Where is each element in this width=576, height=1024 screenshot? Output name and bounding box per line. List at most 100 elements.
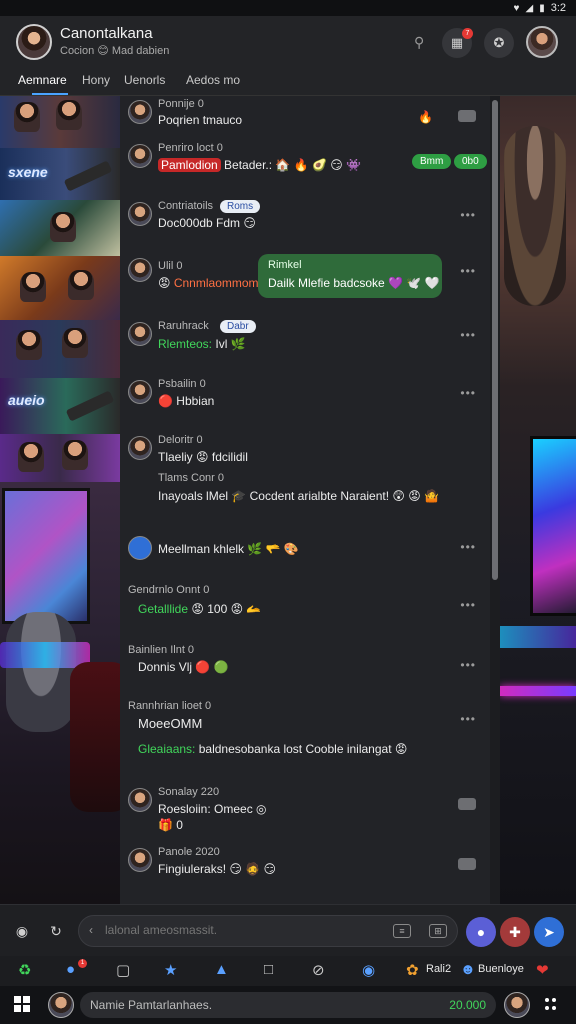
message-text: 🔴 Hbbian [158,394,215,408]
more-options-icon[interactable]: ••• [460,598,476,612]
tab-0[interactable]: Aemnare [18,73,67,87]
send-button[interactable]: ➤ [534,917,564,947]
highlight-bubble[interactable]: Rimkel Dailk Mlefie badcsoke 💜 🕊️ 🤍 [258,254,442,298]
quick-label[interactable]: Buenloye [478,963,524,975]
profile-button[interactable]: ● [466,917,496,947]
list-item[interactable]: Ponnije 0 Poqrien tmauco 🔥 [120,98,490,138]
gaming-setup-image [0,482,120,904]
quick-label[interactable]: Rali2 [426,963,451,975]
avatar[interactable] [16,24,52,60]
message-list[interactable]: Ponnije 0 Poqrien tmauco 🔥 Penriro loct … [120,96,490,904]
tab-3[interactable]: Aedos mo [186,73,240,87]
avatar[interactable] [128,380,152,404]
attach-icon[interactable]: ≡ [393,924,411,938]
windows-start-icon[interactable] [14,996,30,1012]
message-author: Contriatoils [158,200,214,212]
history-icon[interactable]: ↻ [44,919,68,943]
list-item[interactable]: Meellman khlelk 🌿 🫳 🎨 ••• [120,536,490,564]
scrollbar-thumb[interactable] [492,100,498,580]
more-options-icon[interactable]: ••• [460,540,476,554]
more-options-icon[interactable]: ••• [460,328,476,342]
search-icon[interactable]: ⚲ [414,34,424,51]
list-item[interactable]: Deloritr 0 Tlaeliy 😡 fdcilidil Tlams Con… [120,434,490,510]
triangle-icon[interactable]: ▲ [214,961,229,978]
gift-button[interactable]: ✚ [500,917,530,947]
list-item[interactable]: Ulil 0 😡 Cnnmlaommom Rimkel Dailk Mlefie… [120,254,490,310]
list-item[interactable]: Sonalay 220 Roesloiin: Omeec ◎ 🎁 0 [120,786,490,832]
signal-icon: ◢ [525,2,534,14]
shield-icon[interactable]: ◉ [362,961,375,979]
green-pill[interactable]: 0b0 [454,154,487,169]
message-field[interactable]: ‹ ≡ ⊞ [78,915,458,947]
list-item[interactable]: Panole 2020 Fingiuleraks! 😏 🧔 😏 [120,846,490,886]
thumbnail[interactable]: aueio [0,378,120,434]
green-label: Gleaiaans: [138,742,196,756]
reaction-icon[interactable] [458,858,476,870]
compass-icon[interactable]: ⊘ [312,961,325,979]
tab-bar: Aemnare Hony Uenorls Aedos mo [0,68,576,96]
green-label: Rlemteos: [158,337,213,351]
message-input[interactable] [105,923,385,937]
avatar[interactable] [128,436,152,460]
trophy-icon[interactable]: ✿ [406,961,419,979]
star-icon[interactable]: ★ [164,961,177,979]
reaction-icon[interactable] [458,110,476,122]
avatar[interactable] [128,144,152,168]
avatar[interactable] [128,848,152,872]
avatar[interactable] [128,100,152,124]
gallery-icon[interactable]: ⊞ [429,924,447,938]
thumbnail[interactable] [0,96,120,148]
friends-icon[interactable]: ☻ [460,961,476,978]
star-icon[interactable]: ✪ [484,28,514,58]
list-item[interactable]: Gendrnlo Onnt 0 Getalllide 😡 100 😡 🫴 ••• [120,584,490,624]
person-figure [56,100,82,130]
message-author: Ulil 0 [158,260,183,272]
recycle-icon[interactable]: ♻ [18,961,31,979]
avatar[interactable] [48,992,74,1018]
list-item[interactable]: Raruhrack Dabr Rlemteos: Ivl 🌿 ••• [120,320,490,362]
profile-avatar[interactable] [526,26,558,58]
thumbnail[interactable] [0,434,120,482]
thumbnail[interactable]: sxene [0,148,120,200]
more-options-icon[interactable]: ••• [460,264,476,278]
avatar[interactable] [128,536,152,560]
more-options-icon[interactable]: ••• [460,386,476,400]
monitor-graphic [530,436,576,616]
taskbar-field-number: 20.000 [449,998,486,1012]
heart-icon[interactable]: ❤ [536,961,549,979]
thumbnail[interactable] [0,320,120,378]
green-label: MoeeOMM [138,716,203,731]
person-figure [20,272,46,302]
taskbar-field[interactable]: Namie Pamtarlanhaes. 20.000 [80,992,496,1018]
green-pill[interactable]: Bmm [412,154,452,169]
avatar[interactable] [128,202,152,226]
list-item[interactable]: Rannhrian lioet 0 MoeeOMM Gleaiaans: bal… [120,700,490,764]
thumbnail[interactable] [0,256,120,320]
square-icon[interactable]: □ [264,961,273,978]
message-line: Pamlodion Betader.: 🏠 🔥 🥑 😏 👾 [158,158,361,172]
message-author: Deloritr 0 [158,434,203,446]
chevron-left-icon[interactable]: ‹ [89,923,93,937]
more-options-icon[interactable]: ••• [460,658,476,672]
apps-grid-icon[interactable] [545,998,557,1010]
thumbnail[interactable] [0,200,120,256]
list-item[interactable]: Bainlien Ilnt 0 Donnis Vlj 🔴 🟢 ••• [120,644,490,682]
avatar[interactable] [504,992,530,1018]
message-text: Poqrien tmauco [158,113,243,127]
message-line: Getalllide 😡 100 😡 🫴 [138,602,261,616]
reaction-icon[interactable] [458,798,476,810]
tab-2[interactable]: Uenorls [124,73,165,87]
camera-icon[interactable]: ◉ [10,919,34,943]
list-item[interactable]: Penriro loct 0 Pamlodion Betader.: 🏠 🔥 🥑… [120,142,490,184]
chat-icon[interactable]: ● [66,961,75,978]
list-item[interactable]: Contriatoils Roms Doc000db Fdm 😏 ••• [120,200,490,240]
avatar[interactable] [128,322,152,346]
more-options-icon[interactable]: ••• [460,712,476,726]
bag-icon[interactable]: ▢ [116,961,130,979]
status-bar: ♥ ◢ ▮ 3:2 [0,0,576,16]
tab-1[interactable]: Hony [82,73,110,87]
avatar[interactable] [128,258,152,282]
list-item[interactable]: Psbailin 0 🔴 Hbbian ••• [120,378,490,414]
avatar[interactable] [128,788,152,812]
more-options-icon[interactable]: ••• [460,208,476,222]
